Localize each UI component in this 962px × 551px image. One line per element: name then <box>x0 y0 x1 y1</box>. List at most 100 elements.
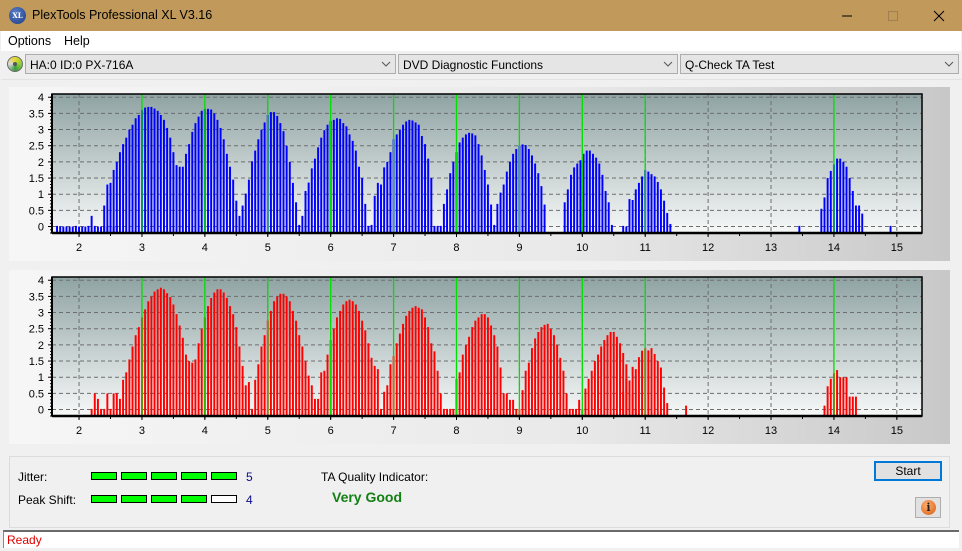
histogram-bar <box>588 150 591 233</box>
histogram-bar <box>376 182 379 233</box>
histogram-bar <box>131 346 134 416</box>
histogram-bar <box>109 182 112 233</box>
histogram-bar <box>826 386 829 416</box>
histogram-bar <box>194 359 197 416</box>
histogram-bar <box>468 132 471 233</box>
histogram-bar <box>854 396 857 416</box>
histogram-bar <box>534 163 537 233</box>
histogram-bar <box>326 354 329 416</box>
menu-options[interactable]: Options <box>8 34 51 48</box>
histogram-bar <box>458 372 461 416</box>
close-button[interactable] <box>916 0 962 31</box>
histogram-bar <box>244 385 247 416</box>
histogram-bar <box>118 152 121 233</box>
histogram-bar <box>598 163 601 233</box>
histogram-bar <box>383 167 386 233</box>
x-tick-label: 11 <box>639 425 650 437</box>
histogram-bar <box>597 354 600 416</box>
histogram-bar <box>301 346 304 416</box>
x-tick-label: 6 <box>328 425 334 437</box>
histogram-bar <box>345 301 348 416</box>
histogram-bar <box>386 385 389 416</box>
histogram-bar <box>279 293 282 416</box>
histogram-bar <box>685 405 688 416</box>
histogram-bar <box>474 320 477 416</box>
histogram-bar <box>656 361 659 416</box>
x-tick-label: 12 <box>702 425 714 437</box>
histogram-bar <box>647 350 650 416</box>
histogram-bar <box>197 116 200 233</box>
histogram-bar <box>361 320 364 416</box>
histogram-bar <box>446 189 449 233</box>
histogram-bar <box>257 364 260 416</box>
histogram-bar <box>417 307 420 416</box>
histogram-bar <box>531 155 533 233</box>
function-select[interactable]: DVD Diagnostic Functions <box>398 54 678 74</box>
histogram-bar <box>570 174 572 233</box>
info-button[interactable]: i <box>915 497 941 518</box>
histogram-bar <box>358 166 360 233</box>
y-tick-label: 3 <box>38 308 44 320</box>
histogram-bar <box>210 109 213 233</box>
histogram-bar <box>144 309 147 416</box>
menu-help[interactable]: Help <box>64 34 90 48</box>
histogram-bar <box>207 306 209 416</box>
histogram-bar <box>603 340 606 416</box>
histogram-bar <box>103 205 106 233</box>
x-tick-label: 3 <box>139 242 145 254</box>
x-tick-label: 7 <box>391 425 397 437</box>
histogram-bar <box>666 403 669 416</box>
histogram-bar <box>521 390 524 416</box>
title-bar: XL PlexTools Professional XL V3.16 <box>0 0 962 31</box>
histogram-bar <box>612 331 615 416</box>
status-bar: Ready <box>3 530 959 548</box>
x-tick-label: 14 <box>828 242 840 254</box>
histogram-bar <box>313 158 316 233</box>
histogram-bar <box>505 171 508 233</box>
histogram-bar <box>845 166 848 233</box>
histogram-bar <box>420 309 423 416</box>
histogram-bar <box>493 335 496 416</box>
drive-select[interactable]: HA:0 ID:0 PX-716A <box>25 54 396 74</box>
meter-segment <box>181 472 207 480</box>
histogram-bar <box>257 139 260 233</box>
histogram-bar <box>496 346 499 416</box>
start-button[interactable]: Start <box>874 461 942 481</box>
histogram-bar <box>225 153 228 233</box>
histogram-bar <box>295 320 298 416</box>
histogram-bar <box>351 301 354 416</box>
test-select[interactable]: Q-Check TA Test <box>680 54 959 74</box>
histogram-bar <box>96 398 99 416</box>
maximize-button[interactable] <box>870 0 916 31</box>
histogram-bar <box>666 212 669 233</box>
histogram-bar <box>389 364 392 416</box>
histogram-bar <box>861 213 864 233</box>
histogram-bar <box>216 289 219 416</box>
y-tick-label: 1.5 <box>29 173 44 185</box>
histogram-bar <box>185 354 187 416</box>
x-tick-label: 10 <box>576 425 588 437</box>
histogram-bar <box>641 176 644 233</box>
histogram-bar <box>848 178 851 233</box>
histogram-bar <box>134 118 137 233</box>
histogram-bar <box>288 161 291 233</box>
histogram-bar <box>851 396 854 416</box>
histogram-bar <box>502 184 505 233</box>
meter-segment <box>211 472 237 480</box>
histogram-bar <box>373 365 376 416</box>
y-tick-label: 1.5 <box>29 356 44 368</box>
histogram-bar <box>619 343 622 416</box>
x-tick-label: 14 <box>828 425 840 437</box>
minimize-button[interactable] <box>824 0 870 31</box>
histogram-bar <box>408 310 411 416</box>
histogram-bar <box>150 296 153 416</box>
histogram-bar <box>480 155 483 233</box>
x-tick-label: 12 <box>702 242 714 254</box>
x-tick-label: 13 <box>765 242 777 254</box>
histogram-bar <box>490 204 493 233</box>
histogram-bar <box>354 150 357 233</box>
histogram-bar <box>317 398 320 416</box>
app-logo-icon: XL <box>9 7 26 24</box>
histogram-bar <box>106 184 109 233</box>
histogram-bar <box>310 385 313 416</box>
